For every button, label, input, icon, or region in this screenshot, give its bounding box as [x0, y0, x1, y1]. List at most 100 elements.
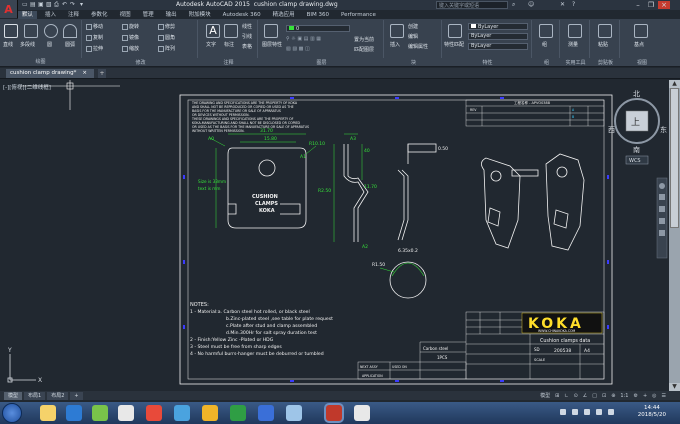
customize-icon[interactable]: ☰	[662, 393, 666, 399]
line-tool[interactable]: 直线	[3, 41, 13, 48]
isodraft-icon[interactable]: ∠	[583, 393, 587, 399]
tab-output[interactable]: 输出	[162, 11, 181, 19]
isolate-icon[interactable]: ◎	[652, 393, 656, 399]
properties-group-label[interactable]: 特性	[444, 59, 531, 66]
create-block-tool[interactable]: 创建	[408, 23, 418, 30]
close-tab-icon[interactable]: ×	[82, 70, 87, 76]
tray-icon-1[interactable]	[560, 409, 566, 415]
group-tool[interactable]: 组	[542, 41, 547, 48]
open-icon[interactable]: ▤	[30, 1, 36, 8]
explorer-icon[interactable]	[40, 405, 56, 421]
circle-tool[interactable]: 圆	[47, 41, 52, 48]
application-menu-button[interactable]: A	[0, 0, 18, 18]
lineweight-dropdown[interactable]: ByLayer	[468, 43, 528, 50]
tab-annotate[interactable]: 注释	[64, 11, 83, 19]
fillet-tool[interactable]: 圆角	[158, 34, 175, 41]
ime-icon[interactable]	[608, 409, 614, 415]
scale-tool[interactable]: 缩放	[122, 45, 139, 52]
start-button[interactable]	[2, 403, 22, 423]
arc-tool[interactable]: 圆弧	[65, 41, 75, 48]
help-icon[interactable]: ?	[572, 1, 575, 8]
tab-layout2[interactable]: 布局2	[47, 391, 69, 400]
measure-icon[interactable]	[568, 24, 582, 38]
tab-model[interactable]: 模型	[4, 391, 23, 400]
close-icon[interactable]: ×	[658, 1, 670, 9]
make-current-tool[interactable]: 置为当前	[354, 36, 374, 43]
dimension-icon[interactable]	[224, 24, 238, 38]
tray-icon-2[interactable]	[572, 409, 578, 415]
copy-tool[interactable]: 复制	[86, 34, 103, 41]
tab-home[interactable]: 默认	[18, 11, 38, 19]
tab-featured-apps[interactable]: 精选应用	[269, 11, 299, 19]
paste-icon[interactable]	[598, 24, 612, 38]
basepoint-tool[interactable]: 基点	[634, 41, 644, 48]
linear-tool[interactable]: 线性	[242, 23, 252, 30]
minimize-icon[interactable]: –	[632, 1, 644, 9]
tab-view[interactable]: 视图	[116, 11, 135, 19]
workspace-dropdown[interactable]: ▾	[80, 1, 83, 8]
restore-icon[interactable]: ❐	[645, 1, 657, 9]
mirror-tool[interactable]: 镜像	[122, 34, 139, 41]
match-layer-tool[interactable]: 匹配图层	[354, 46, 374, 53]
tab-addins[interactable]: 附加模块	[185, 11, 215, 19]
add-layout-button[interactable]: +	[70, 391, 83, 400]
notes-icon[interactable]	[286, 405, 302, 421]
circle-icon[interactable]	[44, 24, 58, 38]
media-icon[interactable]	[92, 405, 108, 421]
browser-icon[interactable]	[66, 405, 82, 421]
line-icon[interactable]	[4, 24, 18, 38]
annotation-group-label[interactable]: 注释	[200, 59, 257, 66]
lineweight-icon[interactable]: ⊕	[611, 393, 615, 399]
layer-state-icons[interactable]: ⚲ ☼ ▣ ▤ ▥ ▦	[286, 36, 321, 42]
new-tab-button[interactable]: +	[98, 69, 106, 78]
sign-in-icon[interactable]: ☺	[528, 1, 534, 8]
polar-icon[interactable]: ⊙	[574, 393, 578, 399]
clipboard-group-label[interactable]: 剪贴板	[592, 59, 619, 66]
tab-insert[interactable]: 插入	[41, 11, 60, 19]
new-icon[interactable]: ▭	[22, 1, 28, 8]
document-tab[interactable]: cushion clamp drawing* ×	[6, 69, 94, 78]
tab-manage[interactable]: 管理	[139, 11, 158, 19]
scroll-up-icon[interactable]: ▲	[669, 80, 680, 88]
trim-tool[interactable]: 修剪	[158, 23, 175, 30]
network-icon[interactable]	[584, 409, 590, 415]
groups-group-label[interactable]: 组	[534, 59, 559, 66]
model-status[interactable]: 模型	[540, 392, 550, 399]
save-as-icon[interactable]: ▧	[46, 1, 52, 8]
linetype-dropdown[interactable]: ByLayer	[468, 33, 528, 40]
arc-icon[interactable]	[63, 24, 77, 38]
folder-icon[interactable]	[202, 405, 218, 421]
workspace-gear-icon[interactable]: ⚙	[633, 393, 637, 399]
measure-tool[interactable]: 测量	[568, 41, 578, 48]
tab-bim360[interactable]: BIM 360	[303, 11, 333, 19]
edit-attributes-tool[interactable]: 编辑属性	[408, 43, 428, 50]
match-properties-icon[interactable]	[448, 24, 462, 38]
help-search-input[interactable]: 键入关键字或短语	[436, 1, 508, 9]
redo-icon[interactable]: ↷	[70, 1, 75, 8]
volume-icon[interactable]	[596, 409, 602, 415]
paint-icon[interactable]	[118, 405, 134, 421]
basepoint-icon[interactable]	[634, 24, 648, 38]
tab-layout1[interactable]: 布局1	[24, 391, 46, 400]
block-group-label[interactable]: 块	[386, 59, 441, 66]
scroll-down-icon[interactable]: ▼	[669, 383, 680, 391]
paste-tool[interactable]: 粘贴	[598, 41, 608, 48]
polyline-icon[interactable]	[24, 24, 38, 38]
layer-dropdown[interactable]: 0	[286, 25, 350, 32]
autocad-taskbar-icon[interactable]	[326, 405, 342, 421]
navigation-bar[interactable]	[656, 177, 668, 259]
text-tool[interactable]: 文字	[206, 41, 216, 48]
dimension-tool[interactable]: 标注	[224, 41, 234, 48]
match-properties-tool[interactable]: 特性匹配	[444, 41, 464, 48]
edit-block-tool[interactable]: 编辑	[408, 33, 418, 40]
print-icon[interactable]: ⎙	[54, 1, 59, 9]
undo-icon[interactable]: ↶	[62, 1, 67, 8]
exchange-icon[interactable]: ✕	[560, 1, 565, 8]
insert-block-icon[interactable]	[390, 24, 404, 38]
otrack-icon[interactable]: ⊡	[602, 393, 606, 399]
save-icon[interactable]: ▣	[38, 1, 44, 8]
tab-performance[interactable]: Performance	[337, 11, 380, 19]
group-icon[interactable]	[539, 24, 553, 38]
app-red-icon[interactable]	[146, 405, 162, 421]
layers-group-label[interactable]: 图层	[260, 59, 383, 66]
